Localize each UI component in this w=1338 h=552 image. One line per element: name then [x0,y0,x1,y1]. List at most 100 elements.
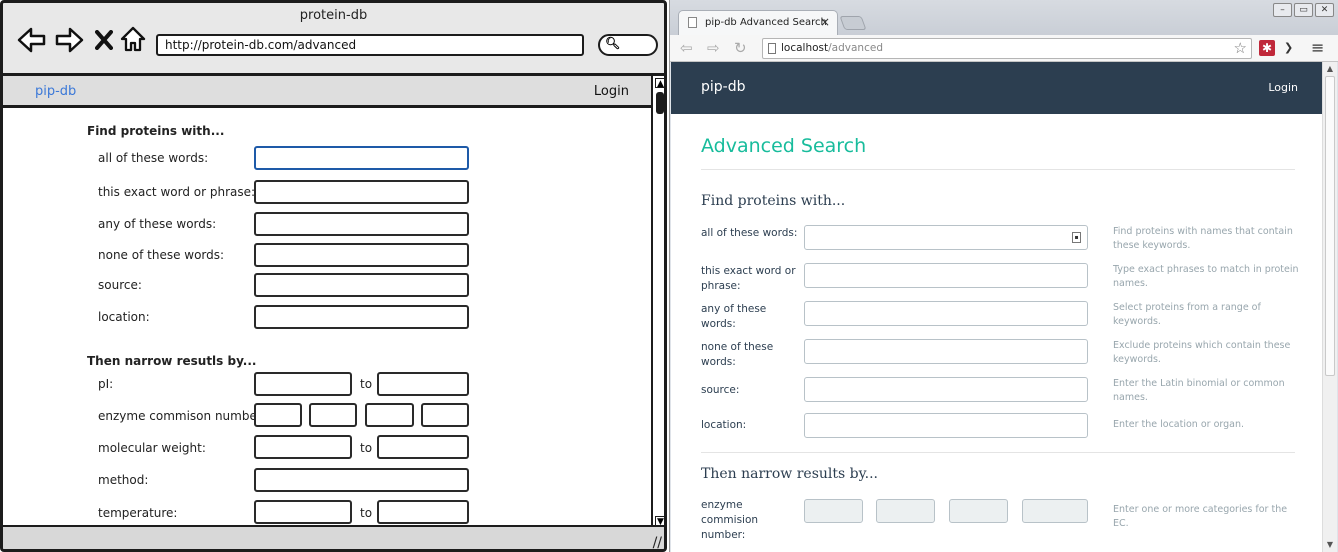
wireframe-status-bar: // [3,525,664,549]
wireframe-input-any-words[interactable] [254,212,469,236]
label-exact-phrase: this exact word or phrase: [701,265,796,292]
help-none-words: Exclude proteins which contain these key… [1113,340,1291,365]
input-ec-2[interactable] [876,499,935,523]
wireframe-input-none-words[interactable] [254,243,469,267]
close-x-icon[interactable] [95,30,113,50]
tab-close-icon[interactable]: × [820,15,830,29]
help-source: Enter the Latin binomial or common names… [1113,378,1285,403]
page-scrollbar[interactable]: ▲ ▼ [1322,62,1337,552]
wireframe-label-ec: enzyme commison number: [98,409,266,423]
search-icon: 🔍︎ [605,36,621,50]
wireframe-scroll-thumb[interactable] [656,92,664,114]
page-content: pip-db Login Advanced Search Find protei… [671,62,1322,552]
wireframe-input-pi-min[interactable] [254,372,352,396]
back-arrow-icon[interactable] [17,27,47,53]
tab-advanced-search[interactable]: pip-db Advanced Search × [678,10,838,35]
page-icon [688,17,697,28]
wireframe-navbar: pip-db Login [3,76,651,108]
wireframe-login-link[interactable]: Login [594,84,629,99]
input-source[interactable] [804,377,1088,402]
chevron-down-icon[interactable]: ❯ [1284,41,1293,54]
input-ec-4[interactable] [1022,499,1088,523]
wireframe-input-ec-2[interactable] [309,403,357,427]
wireframe-scrollbar[interactable]: ▲ ▼ [651,73,664,528]
wireframe-page: pip-db Login Find proteins with... all o… [3,73,651,525]
wireframe-input-source[interactable] [254,273,469,297]
menu-icon[interactable]: ≡ [1311,38,1324,57]
wireframe-input-location[interactable] [254,305,469,329]
wireframe-input-ec-3[interactable] [365,403,414,427]
wireframe-label-exact-phrase: this exact word or phrase: [98,185,256,199]
keyboard-icon: ▪ [1072,232,1081,243]
wireframe-label-temperature: temperature: [98,506,178,520]
input-any-words[interactable] [804,301,1088,326]
section-narrow-heading: Then narrow results by... [701,466,878,482]
home-icon[interactable] [120,26,146,52]
label-source: source: [701,384,740,396]
forward-icon[interactable]: ⇨ [707,39,720,57]
wireframe-label-mw: molecular weight: [98,441,206,455]
wireframe-to-label: to [360,506,373,520]
page-scroll-thumb[interactable] [1325,76,1335,376]
back-icon[interactable]: ⇦ [680,39,693,57]
page-title: Advanced Search [701,135,867,157]
maximize-icon[interactable]: ▭ [1294,3,1313,17]
wireframe-brand-link[interactable]: pip-db [35,84,76,99]
scroll-up-arrow-icon[interactable]: ▲ [655,78,664,89]
wireframe-input-all-words[interactable] [254,146,469,170]
wireframe-input-ec-4[interactable] [421,403,469,427]
browser-toolbar: ⇦ ⇨ ↻ localhost/advanced ☆ ✱ ❯ ≡ [670,35,1338,62]
resize-grip-icon[interactable]: // [653,535,662,549]
help-location: Enter the location or organ. [1113,419,1245,430]
input-all-words[interactable]: ▪ [804,225,1088,250]
input-location[interactable] [804,413,1088,438]
wireframe-label-pi: pI: [98,377,114,391]
bookmark-star-icon[interactable]: ☆ [1234,39,1247,57]
address-bar[interactable]: localhost/advanced ☆ [762,38,1252,59]
wireframe-section-find: Find proteins with... [87,124,225,138]
scroll-down-arrow-icon[interactable]: ▼ [1324,539,1336,551]
close-icon[interactable]: ✕ [1315,3,1334,17]
site-brand-link[interactable]: pip-db [701,79,746,95]
title-divider [701,169,1295,170]
new-tab-button[interactable] [839,16,867,30]
wireframe-input-exact-phrase[interactable] [254,180,469,204]
section-find-heading: Find proteins with... [701,193,846,209]
input-none-words[interactable] [804,339,1088,364]
minimize-icon[interactable]: – [1273,3,1292,17]
forward-arrow-icon[interactable] [54,27,84,53]
input-exact-phrase[interactable] [804,263,1088,288]
page-info-icon [768,43,776,54]
tab-title: pip-db Advanced Search [705,17,827,28]
login-link[interactable]: Login [1268,81,1298,94]
wireframe-input-pi-max[interactable] [377,372,469,396]
wireframe-input-temp-max[interactable] [377,500,469,524]
wireframe-label-source: source: [98,278,142,292]
extension-icon[interactable]: ✱ [1259,40,1275,56]
wireframe-search-box[interactable]: 🔍︎ [598,34,658,56]
label-ec-number: enzyme commision number: [701,499,759,541]
input-ec-3[interactable] [949,499,1008,523]
browser-window: pip-db Advanced Search × – ▭ ✕ ⇦ ⇨ ↻ loc… [669,0,1338,552]
wireframe-window-title: protein-db [299,8,368,23]
wireframe-to-label: to [360,441,373,455]
wireframe-label-method: method: [98,473,149,487]
wireframe-input-method[interactable] [254,468,469,492]
scroll-up-arrow-icon[interactable]: ▲ [1324,63,1336,75]
help-any-words: Select proteins from a range of keywords… [1113,302,1261,327]
wireframe-label-none-words: none of these words: [98,248,225,262]
section-divider [701,452,1295,453]
wireframe-mockup: protein-db http://protein-db.com/advance… [0,0,667,552]
wireframe-input-ec-1[interactable] [254,403,302,427]
help-ec-number: Enter one or more categories for the EC. [1113,504,1288,529]
reload-icon[interactable]: ↻ [734,39,747,57]
wireframe-label-location: location: [98,310,150,324]
input-ec-1[interactable] [804,499,863,523]
wireframe-address-bar[interactable]: http://protein-db.com/advanced [156,34,584,56]
wireframe-label-all-words: all of these words: [98,151,209,165]
wireframe-input-temp-min[interactable] [254,500,352,524]
wireframe-to-label: to [360,377,373,391]
wireframe-input-mw-min[interactable] [254,435,352,459]
help-all-words: Find proteins with names that contain th… [1113,226,1293,251]
wireframe-input-mw-max[interactable] [377,435,469,459]
